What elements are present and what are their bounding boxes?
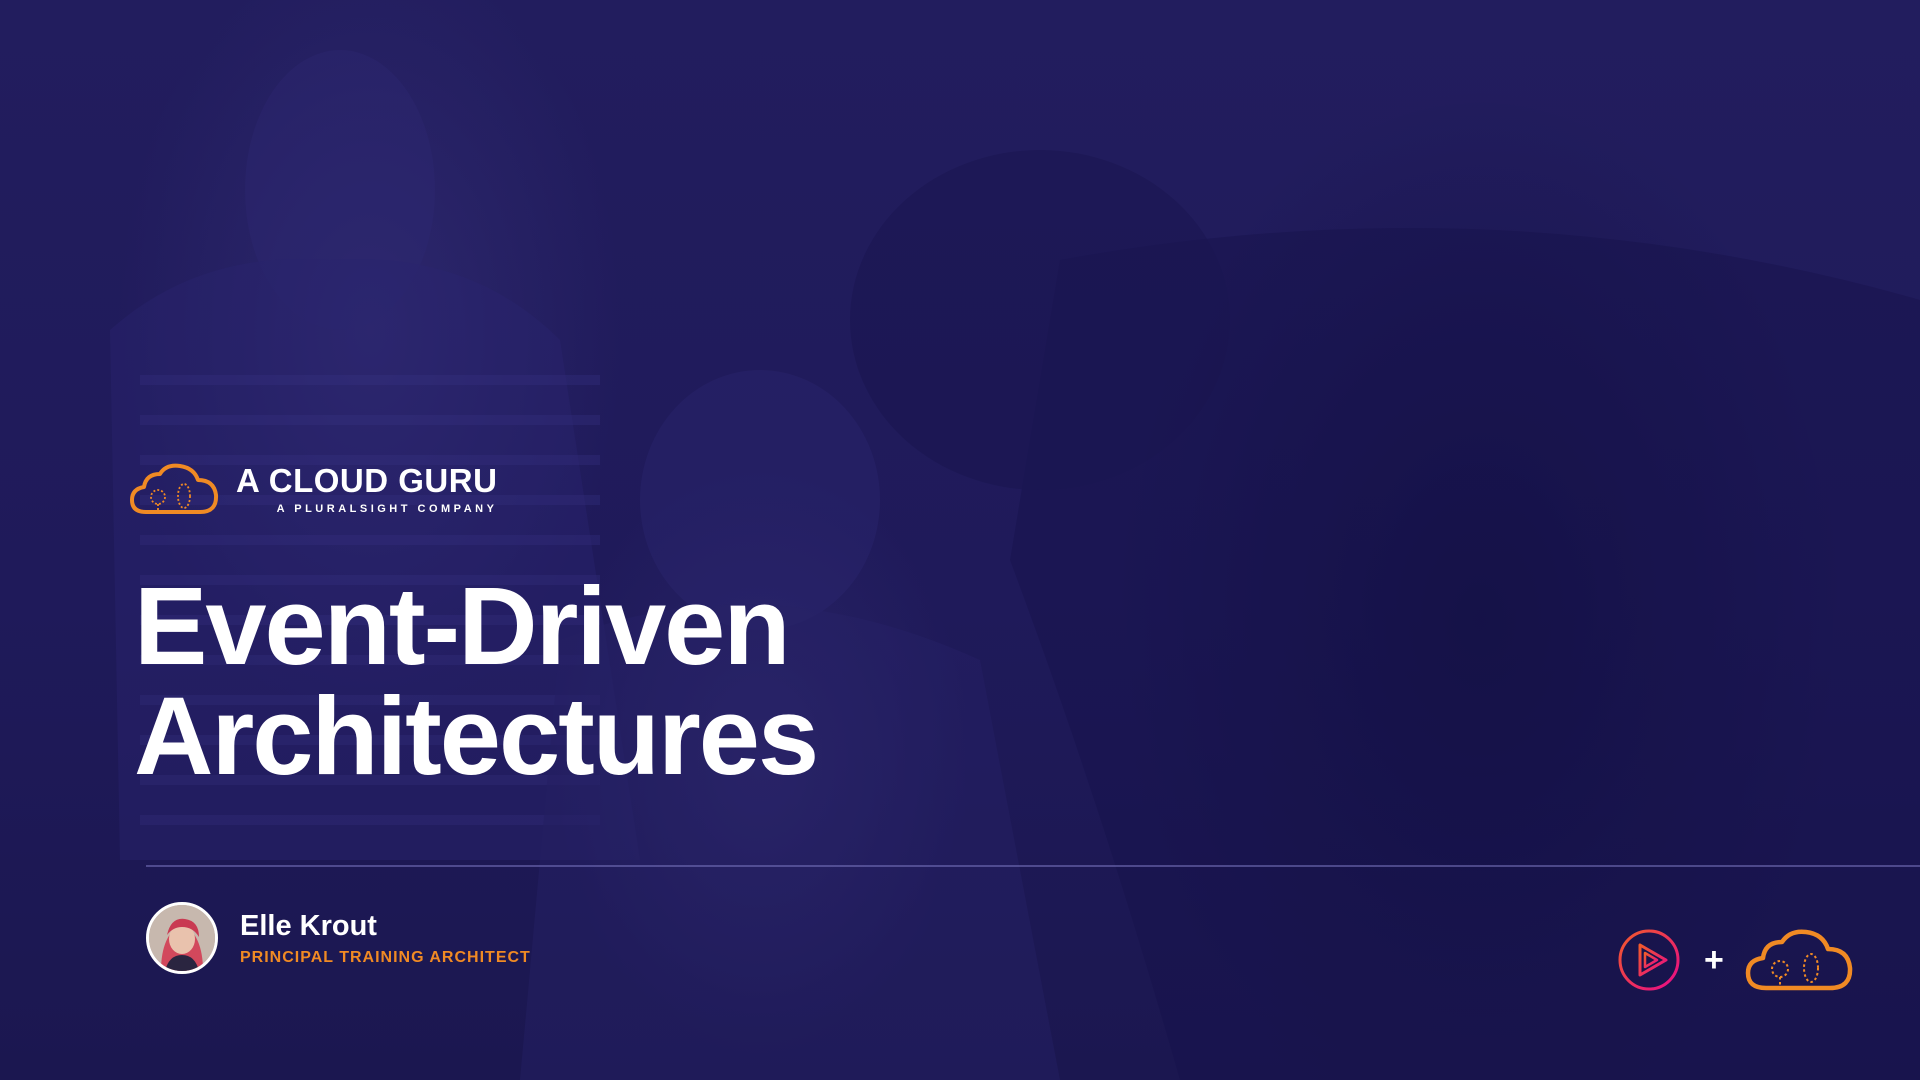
plus-sign: +: [1704, 941, 1724, 979]
presenter-role: PRINCIPAL TRAINING ARCHITECT: [240, 949, 531, 966]
brand-logo: A CLOUD GURU A PLURALSIGHT COMPANY: [128, 460, 497, 518]
slide-title-line-2: Architectures: [134, 675, 819, 798]
brand-name: A CLOUD GURU: [236, 462, 498, 499]
brand-subtitle: A PLURALSIGHT COMPANY: [276, 503, 498, 515]
presenter-name: Elle Krout: [240, 910, 377, 942]
presenter-avatar: [146, 902, 218, 974]
cloud-guru-cloud-icon: [1745, 929, 1853, 991]
cloud-guru-logo-icon: [130, 463, 219, 514]
partner-logos: +: [1616, 926, 1854, 994]
title-slide: A CLOUD GURU A PLURALSIGHT COMPANY Event…: [0, 0, 1920, 1080]
divider: [146, 865, 1920, 867]
slide-title-line-1: Event-Driven: [134, 565, 791, 688]
presenter-info: Elle Krout PRINCIPAL TRAINING ARCHITECT: [146, 902, 531, 974]
slide-title: Event-Driven Architectures: [134, 565, 819, 798]
pluralsight-play-icon: [1618, 929, 1680, 991]
